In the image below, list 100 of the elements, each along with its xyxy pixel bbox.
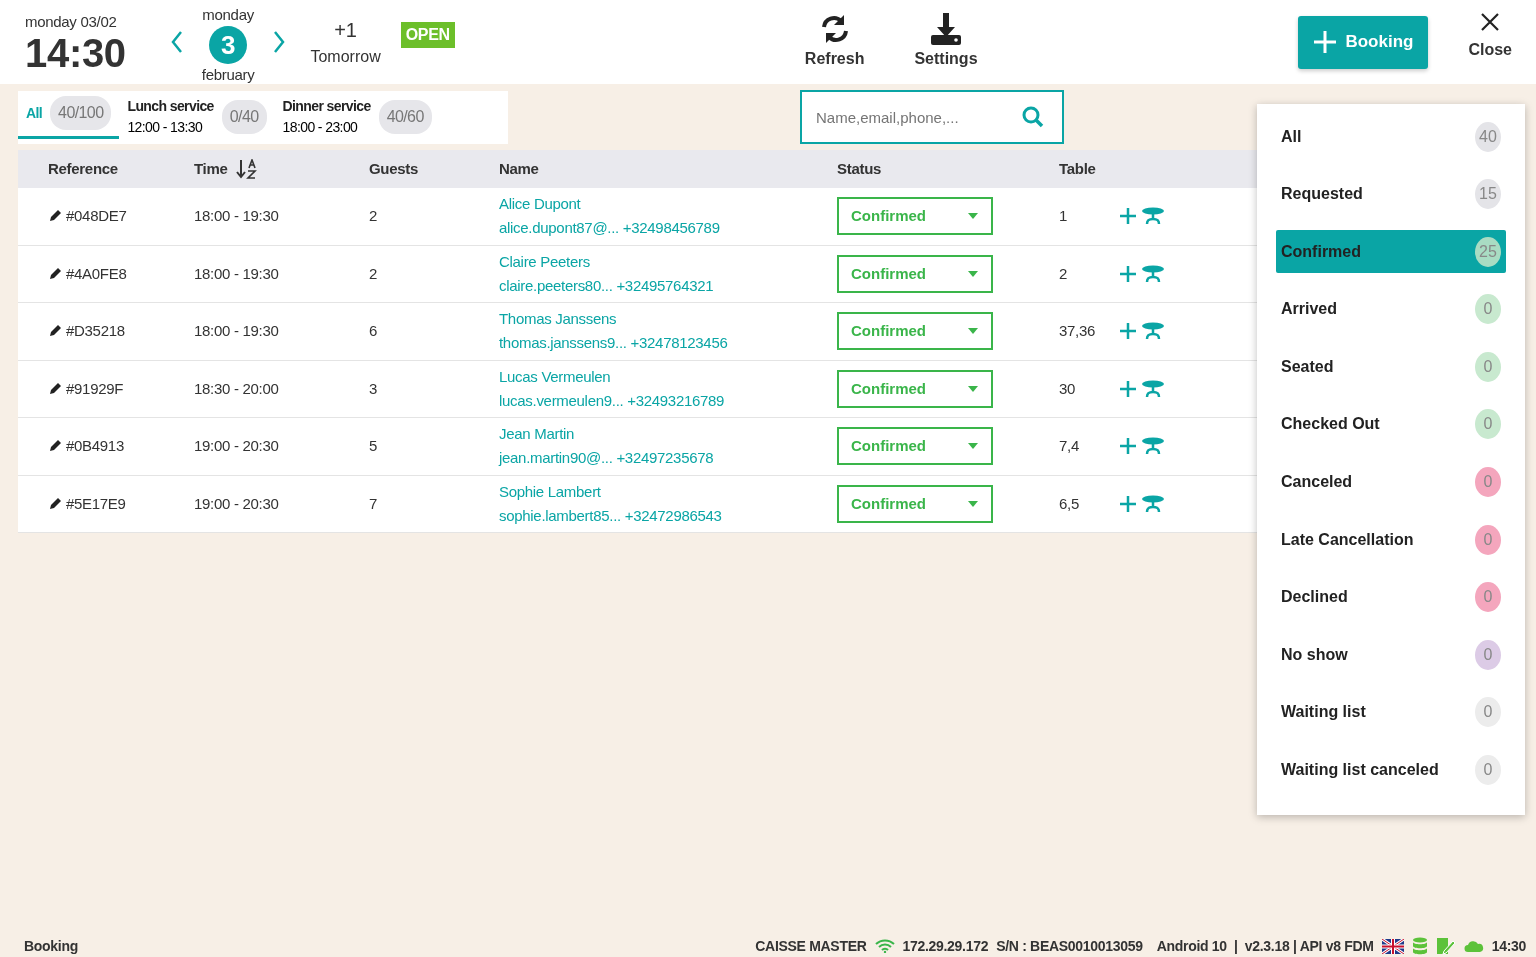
status-filter-item[interactable]: Late Cancellation 0 [1276, 518, 1506, 562]
new-booking-button[interactable]: Booking [1298, 15, 1429, 69]
status-filter-item[interactable]: No show 0 [1276, 633, 1506, 677]
status-filter-item[interactable]: Canceled 0 [1276, 460, 1506, 504]
count-badge: 0 [1475, 467, 1501, 498]
count-badge: 40/60 [378, 100, 432, 134]
open-badge: OPEN [400, 22, 455, 48]
flag-icon [1381, 938, 1404, 954]
weekday-label: monday [202, 4, 254, 25]
table-cell: 6,5 [1059, 494, 1079, 512]
time-cell: 18:30 - 20:00 [194, 379, 279, 397]
pencil-icon[interactable] [48, 324, 62, 339]
guest-name-link[interactable]: Alice Dupont [499, 192, 837, 217]
download-icon [929, 13, 963, 47]
version-info: Android 10 | v2.3.18 | API v8 FDM [1156, 936, 1374, 956]
status-filter-item[interactable]: All 40 [1276, 115, 1506, 158]
column-header: Time [194, 158, 228, 179]
plus-icon[interactable] [1119, 264, 1137, 283]
guest-name-link[interactable]: Lucas Vermeulen [499, 364, 837, 389]
status-dropdown[interactable]: Confirmed [837, 369, 993, 408]
guests-cell: 2 [369, 264, 378, 282]
reference-cell-text: #5E17E9 [66, 493, 126, 514]
service-tab[interactable]: Dinner service 18:00 - 23:00 40/60 [274, 90, 440, 144]
status-dropdown[interactable]: Confirmed [837, 312, 993, 351]
refresh-button[interactable]: Refresh [804, 13, 865, 71]
plus-icon[interactable] [1119, 207, 1137, 226]
table-cell: 37,36 [1059, 322, 1096, 339]
count-badge: 0 [1475, 755, 1501, 786]
contact-link[interactable]: lucas.vermeulen9... +32493216789 [499, 388, 837, 413]
chevron-right-icon[interactable] [272, 30, 287, 54]
guest-name-link[interactable]: Thomas Janssens [499, 307, 837, 332]
count-badge: 0 [1475, 409, 1501, 440]
status-filter-item[interactable]: Seated 0 [1276, 345, 1506, 389]
settings-button[interactable]: Settings [914, 13, 978, 71]
pencil-icon[interactable] [48, 266, 62, 281]
table-icon[interactable] [1141, 494, 1165, 513]
pencil-icon[interactable] [48, 439, 62, 454]
count-badge: 25 [1475, 236, 1501, 267]
day-number[interactable]: 3 [209, 26, 248, 64]
count-badge: 0/40 [221, 100, 267, 134]
status-filter-item[interactable]: Waiting list 0 [1276, 690, 1506, 734]
pencil-icon[interactable] [48, 209, 62, 224]
table-cell: 1 [1059, 207, 1068, 224]
guests-cell: 7 [369, 494, 378, 512]
status-dropdown[interactable]: Confirmed [837, 254, 993, 293]
reference-cell-text: #4A0FE8 [66, 263, 127, 284]
contact-link[interactable]: alice.dupont87@... +32498456789 [499, 216, 837, 241]
guests-cell: 3 [369, 379, 378, 397]
clock-time: 14:30 [25, 33, 126, 74]
count-badge: 0 [1475, 582, 1501, 613]
contact-link[interactable]: thomas.janssens9... +32478123456 [499, 331, 837, 356]
sort-icon[interactable] [235, 159, 258, 179]
status-filter-item[interactable]: Confirmed 25 [1276, 230, 1506, 274]
document-pen-icon [1435, 937, 1456, 955]
count-badge: 0 [1475, 524, 1501, 555]
status-clock: 14:30 [1491, 936, 1526, 956]
contact-link[interactable]: claire.peeters80... +32495764321 [499, 273, 837, 298]
contact-link[interactable]: sophie.lambert85... +32472986543 [499, 503, 837, 528]
status-filter-item[interactable]: Checked Out 0 [1276, 402, 1506, 446]
service-tab[interactable]: All 40/100 [18, 90, 120, 139]
column-header: Guests [369, 158, 419, 179]
caret-icon [967, 327, 979, 336]
search-field[interactable]: Name,email,phone,... [800, 90, 1064, 144]
table-icon[interactable] [1141, 437, 1165, 456]
status-dropdown[interactable]: Confirmed [837, 197, 993, 236]
guest-name-link[interactable]: Sophie Lambert [499, 479, 837, 504]
status-dropdown[interactable]: Confirmed [837, 484, 993, 523]
plus-icon[interactable] [1119, 379, 1137, 398]
plus-icon[interactable] [1119, 494, 1137, 513]
tomorrow-button[interactable]: +1 Tomorrow [310, 15, 381, 69]
close-button[interactable]: Close [1468, 12, 1512, 62]
guest-name-link[interactable]: Jean Martin [499, 422, 837, 447]
chevron-left-icon[interactable] [169, 30, 184, 54]
time-cell: 18:00 - 19:30 [194, 207, 279, 224]
column-header: Status [837, 158, 882, 179]
count-badge: 0 [1475, 294, 1501, 325]
status-filter-item[interactable]: Waiting list canceled 0 [1276, 748, 1506, 792]
column-header: Reference [48, 158, 118, 179]
contact-link[interactable]: jean.martin90@... +32497235678 [499, 446, 837, 471]
table-icon[interactable] [1141, 379, 1165, 398]
status-filter-item[interactable]: Arrived 0 [1276, 287, 1506, 331]
table-icon[interactable] [1141, 264, 1165, 283]
plus-icon[interactable] [1119, 437, 1137, 456]
table-cell: 30 [1059, 379, 1076, 397]
plus-icon[interactable] [1119, 322, 1137, 341]
status-dropdown[interactable]: Confirmed [837, 427, 993, 466]
reference-cell-text: #91929F [66, 378, 124, 399]
table-icon[interactable] [1141, 207, 1165, 226]
column-header: Table [1059, 158, 1096, 179]
table-icon[interactable] [1141, 322, 1165, 341]
time-cell: 18:00 - 19:30 [194, 264, 279, 282]
status-filter-item[interactable]: Requested 15 [1276, 172, 1506, 216]
service-tab[interactable]: Lunch service 12:00 - 13:30 0/40 [119, 90, 275, 144]
serial-number: S/N : BEAS0010013059 [996, 936, 1143, 956]
count-badge: 40/100 [50, 96, 112, 130]
status-filter-item[interactable]: Declined 0 [1276, 575, 1506, 619]
pencil-icon[interactable] [48, 381, 62, 396]
guest-name-link[interactable]: Claire Peeters [499, 249, 837, 274]
pencil-icon[interactable] [48, 496, 62, 511]
wifi-icon [874, 939, 895, 953]
